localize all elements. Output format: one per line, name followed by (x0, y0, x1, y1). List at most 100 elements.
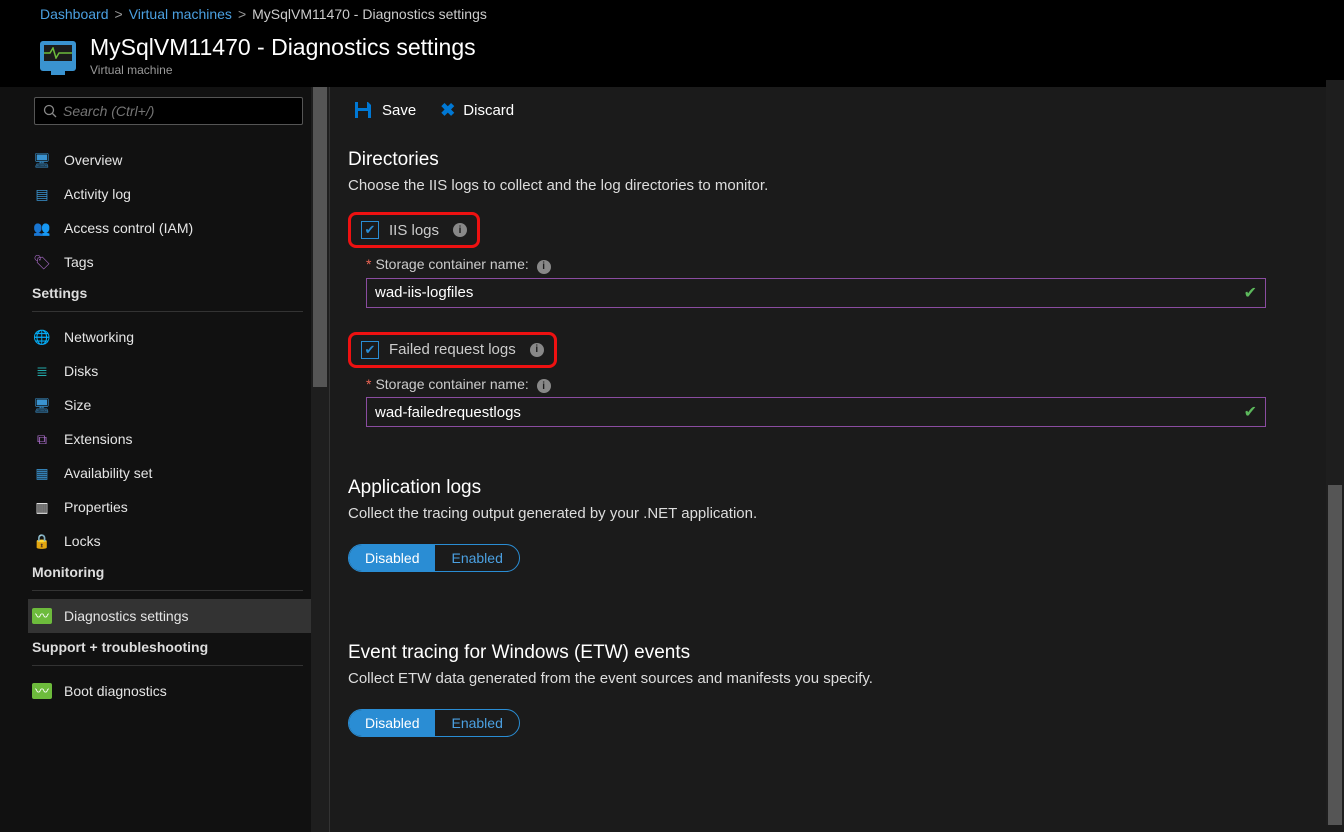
etw-disabled-button[interactable]: Disabled (349, 710, 435, 736)
sidebar-item-properties[interactable]: ▥ Properties (28, 490, 329, 524)
sidebar-item-label: Availability set (64, 465, 152, 481)
save-button[interactable]: Save (352, 99, 416, 121)
sidebar-item-label: Diagnostics settings (64, 608, 189, 624)
diag-icon: 〰 (32, 608, 52, 624)
sidebar-item-label: Disks (64, 363, 98, 379)
section-etw: Event tracing for Windows (ETW) events C… (348, 642, 1304, 737)
applogs-disabled-button[interactable]: Disabled (349, 545, 435, 571)
iis-logs-checkbox[interactable]: ✔ (361, 221, 379, 239)
etw-enabled-button[interactable]: Enabled (435, 710, 518, 736)
sidebar-item-disks[interactable]: ≣ Disks (28, 354, 329, 388)
sidebar-item-overview[interactable]: 🖥 Overview (28, 143, 329, 177)
directories-desc: Choose the IIS logs to collect and the l… (348, 177, 1304, 194)
search-icon (43, 104, 57, 118)
info-icon[interactable]: i (530, 343, 544, 357)
failed-logs-label: Failed request logs (389, 341, 516, 358)
breadcrumb: Dashboard > Virtual machines > MySqlVM11… (0, 0, 1344, 30)
size-icon: 🖥 (32, 397, 52, 413)
disks-icon: ≣ (32, 363, 52, 379)
applogs-desc: Collect the tracing output generated by … (348, 505, 1304, 522)
etw-toggle[interactable]: Disabled Enabled (348, 709, 520, 737)
globe-icon: 🌐 (32, 329, 52, 345)
tag-icon: 🏷 (32, 254, 52, 270)
page-header: MySqlVM11470 - Diagnostics settings Virt… (0, 30, 1344, 87)
iis-container-input-wrap[interactable]: ✔ (366, 278, 1266, 308)
lock-icon: 🔒 (32, 533, 52, 549)
main-scrollbar[interactable] (1326, 80, 1344, 825)
sidebar-item-diagnostics[interactable]: 〰 Diagnostics settings (28, 599, 329, 633)
sidebar-item-label: Locks (64, 533, 101, 549)
failed-container-input[interactable] (375, 404, 1244, 421)
etw-title: Event tracing for Windows (ETW) events (348, 642, 1304, 664)
discard-button[interactable]: ✖ Discard (440, 100, 514, 121)
highlight-iis: ✔ IIS logs i (348, 212, 480, 248)
valid-icon: ✔ (1244, 402, 1257, 422)
sidebar-item-access-control[interactable]: 👥Access control (IAM) (28, 211, 329, 245)
highlight-failed: ✔ Failed request logs i (348, 332, 557, 368)
monitor-icon: 🖥 (32, 152, 52, 168)
save-icon (352, 99, 374, 121)
sidebar-item-networking[interactable]: 🌐 Networking (28, 320, 329, 354)
section-app-logs: Application logs Collect the tracing out… (348, 477, 1304, 572)
sidebar-item-label: Networking (64, 329, 134, 345)
search-input-wrap[interactable] (34, 97, 303, 125)
page-title: MySqlVM11470 - Diagnostics settings (90, 34, 476, 61)
sidebar-item-availability[interactable]: ▦ Availability set (28, 456, 329, 490)
info-icon[interactable]: i (537, 260, 551, 274)
info-icon[interactable]: i (537, 379, 551, 393)
section-directories: Directories Choose the IIS logs to colle… (348, 149, 1304, 427)
applogs-enabled-button[interactable]: Enabled (435, 545, 518, 571)
save-label: Save (382, 102, 416, 119)
main-content: Save ✖ Discard Directories Choose the II… (330, 87, 1344, 832)
failed-logs-checkbox[interactable]: ✔ (361, 341, 379, 359)
ext-icon: ⧉ (32, 431, 52, 447)
sidebar-item-label: Size (64, 397, 91, 413)
info-icon[interactable]: i (453, 223, 467, 237)
sidebar-item-label: Boot diagnostics (64, 683, 167, 699)
avail-icon: ▦ (32, 465, 52, 481)
toolbar: Save ✖ Discard (348, 87, 1304, 141)
props-icon: ▥ (32, 499, 52, 515)
applogs-toggle[interactable]: Disabled Enabled (348, 544, 520, 572)
iis-container-label: *Storage container name: i (366, 256, 1304, 274)
log-icon: ▤ (32, 186, 52, 202)
failed-container-input-wrap[interactable]: ✔ (366, 397, 1266, 427)
sidebar-item-size[interactable]: 🖥 Size (28, 388, 329, 422)
sidebar-item-label: Activity log (64, 186, 131, 202)
sidebar-item-label: Tags (64, 254, 94, 270)
iis-container-input[interactable] (375, 284, 1244, 301)
sidebar-item-label: Properties (64, 499, 128, 515)
scrollbar-thumb[interactable] (313, 87, 327, 387)
page-subtitle: Virtual machine (90, 63, 476, 77)
divider (32, 590, 303, 591)
breadcrumb-dashboard[interactable]: Dashboard (40, 6, 109, 22)
breadcrumb-vms[interactable]: Virtual machines (129, 6, 232, 22)
scrollbar-thumb[interactable] (1328, 485, 1342, 825)
valid-icon: ✔ (1244, 283, 1257, 303)
sidebar-item-label: Overview (64, 152, 122, 168)
sidebar-item-extensions[interactable]: ⧉ Extensions (28, 422, 329, 456)
sidebar-item-boot-diag[interactable]: 〰 Boot diagnostics (28, 674, 329, 708)
sidebar-scrollbar[interactable] (311, 87, 329, 832)
sidebar-group-support: Support + troubleshooting (28, 633, 329, 661)
search-input[interactable] (63, 103, 294, 119)
boot-icon: 〰 (32, 683, 52, 699)
divider (32, 665, 303, 666)
discard-icon: ✖ (440, 100, 455, 121)
discard-label: Discard (463, 102, 514, 119)
people-icon: 👥 (32, 220, 52, 236)
sidebar-item-label: Extensions (64, 431, 132, 447)
sidebar-item-tags[interactable]: 🏷 Tags (28, 245, 329, 279)
directories-title: Directories (348, 149, 1304, 171)
sidebar-group-settings: Settings (28, 279, 329, 307)
sidebar-group-monitoring: Monitoring (28, 558, 329, 586)
breadcrumb-sep: > (115, 6, 123, 22)
vm-icon (40, 41, 76, 71)
breadcrumb-sep: > (238, 6, 246, 22)
breadcrumb-current: MySqlVM11470 - Diagnostics settings (252, 6, 487, 22)
sidebar-item-activity-log[interactable]: ▤ Activity log (28, 177, 329, 211)
divider (32, 311, 303, 312)
etw-desc: Collect ETW data generated from the even… (348, 670, 1304, 687)
iis-logs-label: IIS logs (389, 222, 439, 239)
sidebar-item-locks[interactable]: 🔒 Locks (28, 524, 329, 558)
